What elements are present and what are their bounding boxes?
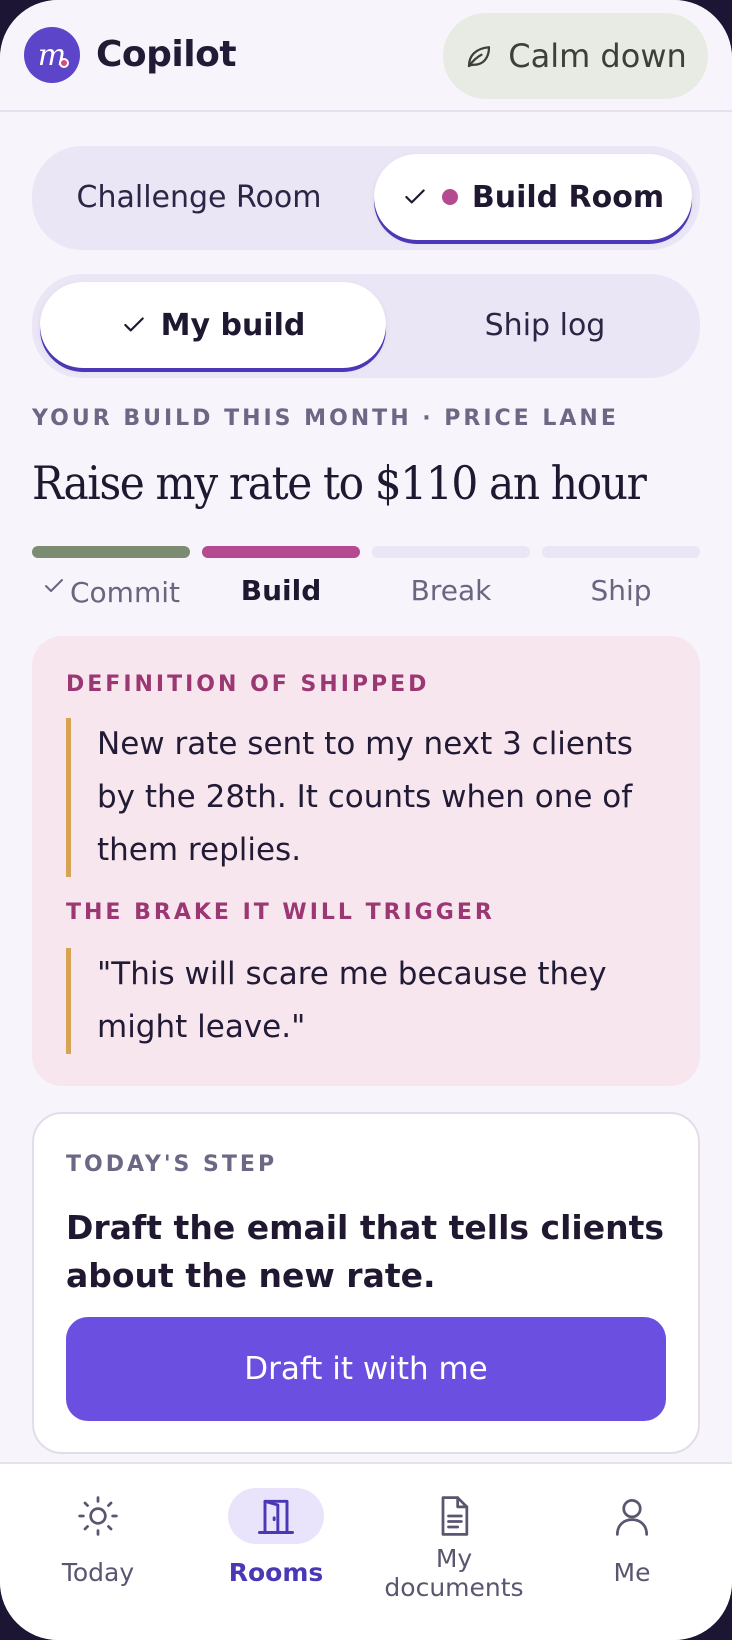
draft-it-button[interactable]: Draft it with me bbox=[66, 1317, 666, 1421]
stage-progress bbox=[32, 546, 700, 558]
quote-line: "This will scare me because they bbox=[97, 956, 607, 992]
tab-ship-log[interactable]: Ship log bbox=[398, 282, 692, 368]
app-title: Copilot bbox=[96, 34, 237, 75]
step-title: Draft the email that tells clients about… bbox=[66, 1204, 666, 1300]
brake-quote: "This will scare me because they might l… bbox=[66, 948, 676, 1054]
quote-line: might leave." bbox=[97, 1009, 306, 1045]
leaf-icon bbox=[468, 46, 491, 68]
nav-label-line: documents bbox=[384, 1573, 524, 1602]
build-eyebrow: YOUR BUILD THIS MONTH · PRICE LANE bbox=[32, 406, 619, 431]
tab-label: Challenge Room bbox=[76, 179, 322, 215]
stage-label-build: Build bbox=[240, 574, 322, 607]
quote-line: New rate sent to my next 3 clients bbox=[97, 726, 633, 762]
check-icon bbox=[405, 189, 425, 204]
quote-line: by the 28th. It counts when one of bbox=[97, 779, 633, 815]
door-icon bbox=[258, 1499, 294, 1534]
nav-icon-container bbox=[228, 1488, 324, 1544]
stage-text: Commit bbox=[70, 576, 180, 609]
brake-title: THE BRAKE IT WILL TRIGGER bbox=[66, 900, 495, 925]
nav-icon-container bbox=[406, 1488, 502, 1544]
nav-today[interactable]: Today bbox=[8, 1488, 188, 1587]
tab-label: My build bbox=[160, 307, 306, 343]
tab-label: Build Room bbox=[471, 179, 665, 215]
quote-line: them replies. bbox=[97, 832, 302, 868]
tab-my-build[interactable]: My build bbox=[40, 282, 386, 368]
calm-down-label: Calm down bbox=[508, 37, 687, 75]
nav-icon-container bbox=[50, 1488, 146, 1544]
room-switch: Challenge Room Build Room bbox=[32, 146, 700, 250]
shipped-quote: New rate sent to my next 3 clients by th… bbox=[66, 718, 676, 877]
app-logo: m bbox=[24, 27, 80, 83]
stage-bar-break bbox=[372, 546, 530, 558]
stage-bar-build bbox=[202, 546, 360, 558]
document-icon bbox=[441, 1496, 469, 1536]
top-bar: m Copilot Calm down bbox=[0, 0, 732, 112]
check-icon bbox=[123, 317, 144, 332]
nav-me[interactable]: Me bbox=[542, 1488, 722, 1587]
nav-label: My documents bbox=[364, 1544, 544, 1602]
nav-rooms[interactable]: Rooms bbox=[186, 1488, 366, 1587]
step-eyebrow: TODAY'S STEP bbox=[66, 1152, 278, 1177]
nav-my-documents[interactable]: My documents bbox=[364, 1488, 544, 1602]
nav-label: Rooms bbox=[228, 1558, 324, 1587]
status-dot bbox=[441, 189, 458, 205]
tab-build-room[interactable]: Build Room bbox=[374, 154, 692, 240]
nav-label: Me bbox=[613, 1558, 651, 1587]
bottom-nav: Today Rooms My documents Me bbox=[0, 1462, 732, 1640]
definition-card: DEFINITION OF SHIPPED New rate sent to m… bbox=[32, 636, 700, 1086]
build-goal-title: Raise my rate to $110 an hour bbox=[32, 456, 647, 510]
stage-label-commit: Commit bbox=[32, 574, 190, 609]
sun-icon bbox=[78, 1496, 118, 1536]
stage-label-break: Break bbox=[410, 574, 492, 607]
stage-bar-ship bbox=[542, 546, 700, 558]
shipped-title: DEFINITION OF SHIPPED bbox=[66, 672, 430, 697]
stage-bar-commit bbox=[32, 546, 190, 558]
step-title-line: Draft the email that tells clients bbox=[66, 1208, 665, 1247]
app-screen: m Copilot Calm down Challenge Room Build… bbox=[0, 0, 732, 1640]
tab-challenge-room[interactable]: Challenge Room bbox=[40, 154, 358, 240]
nav-label: Today bbox=[61, 1558, 135, 1587]
build-switch: My build Ship log bbox=[32, 274, 700, 378]
step-title-line: about the new rate. bbox=[66, 1256, 436, 1295]
person-icon bbox=[615, 1499, 649, 1536]
nav-icon-container bbox=[584, 1488, 680, 1544]
stage-label-ship: Ship bbox=[590, 574, 652, 607]
logo-dot bbox=[59, 58, 69, 68]
todays-step-card: TODAY'S STEP Draft the email that tells … bbox=[32, 1112, 700, 1454]
check-icon bbox=[45, 579, 63, 592]
tab-label: Ship log bbox=[484, 307, 606, 343]
calm-down-button[interactable]: Calm down bbox=[443, 13, 708, 99]
nav-label-line: My bbox=[435, 1544, 473, 1573]
